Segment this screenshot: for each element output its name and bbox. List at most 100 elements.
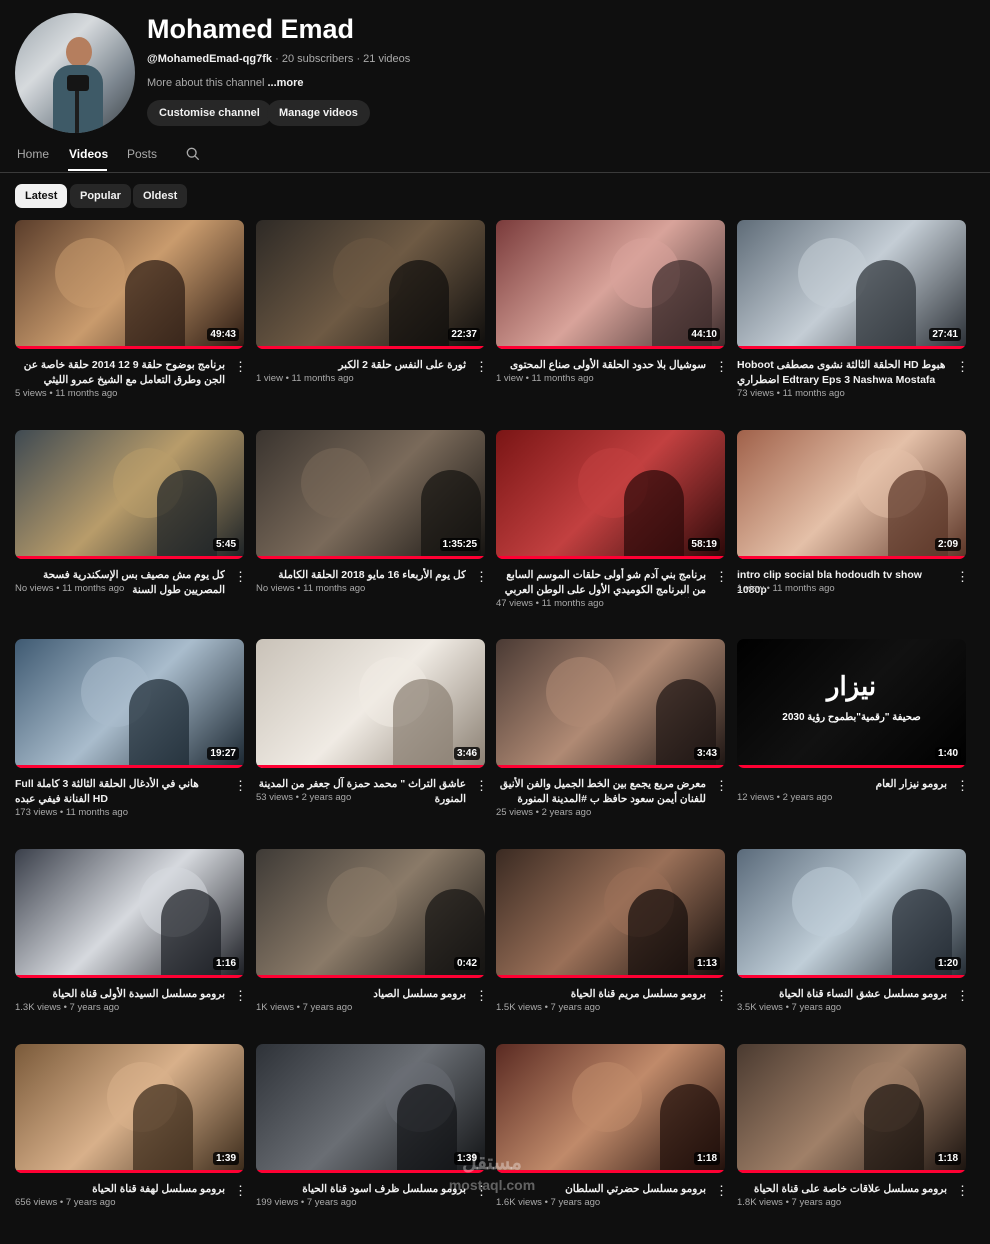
- watch-progress-bar: [256, 975, 485, 978]
- more-vert-icon[interactable]: ⋮: [234, 779, 247, 795]
- video-title[interactable]: ثورة على النفس حلقة 2 الكبر: [256, 358, 466, 373]
- video-thumbnail[interactable]: 1:16: [15, 849, 244, 978]
- video-duration: 1:18: [934, 1152, 961, 1165]
- more-vert-icon[interactable]: ⋮: [715, 360, 728, 376]
- more-vert-icon[interactable]: ⋮: [475, 779, 488, 795]
- video-thumbnail[interactable]: 27:41: [737, 220, 966, 349]
- watermark-latin: mostaql.com: [448, 1177, 536, 1193]
- customise-channel-button[interactable]: Customise channel: [147, 100, 272, 126]
- more-vert-icon[interactable]: ⋮: [956, 570, 969, 586]
- video-thumbnail[interactable]: 22:37: [256, 220, 485, 349]
- tab-home[interactable]: Home: [17, 147, 49, 161]
- video-card[interactable]: 1:18 برومو مسلسل حضرتي السلطان 1.6K views …: [496, 1044, 728, 1244]
- video-thumbnail[interactable]: 49:43: [15, 220, 244, 349]
- video-stats: 1.3K views • 7 years ago: [15, 1002, 120, 1013]
- more-vert-icon[interactable]: ⋮: [715, 779, 728, 795]
- video-thumbnail[interactable]: 1:18: [737, 1044, 966, 1173]
- search-icon[interactable]: [186, 147, 200, 161]
- video-views: No views: [256, 583, 295, 594]
- video-title[interactable]: برومو نيزار العام: [737, 777, 947, 792]
- video-title[interactable]: برومو مسلسل عشق النساء قناة الحياة: [737, 987, 947, 1002]
- video-card[interactable]: 1:13 برومو مسلسل مريم قناة الحياة 1.5K vie…: [496, 849, 728, 1049]
- video-title[interactable]: سوشيال بلا حدود الحلقة الأولى صناع المحت…: [496, 358, 706, 373]
- tab-videos[interactable]: Videos: [69, 147, 108, 161]
- video-stats: 1 view • 11 months ago: [737, 583, 835, 594]
- video-thumbnail[interactable]: 1:35:25: [256, 430, 485, 559]
- video-thumbnail[interactable]: 2:09: [737, 430, 966, 559]
- manage-videos-button[interactable]: Manage videos: [267, 100, 370, 126]
- video-card[interactable]: 1:18 برومو مسلسل علاقات خاصة على قناة الح…: [737, 1044, 969, 1244]
- more-vert-icon[interactable]: ⋮: [956, 779, 969, 795]
- more-vert-icon[interactable]: ⋮: [475, 989, 488, 1005]
- video-card[interactable]: 49:43 برنامج بوضوح حلقة 9 12 2014 حلقة خا…: [15, 220, 247, 420]
- video-card[interactable]: 5:45 كل يوم مش مصيف بس الإسكندرية فسحة ال…: [15, 430, 247, 630]
- video-thumbnail[interactable]: 19:27: [15, 639, 244, 768]
- more-vert-icon[interactable]: ⋮: [475, 570, 488, 586]
- video-thumbnail[interactable]: 3:43: [496, 639, 725, 768]
- video-title[interactable]: Full هاني في الأدغال الحلقة الثالثة 3 كا…: [15, 777, 225, 807]
- more-vert-icon[interactable]: ⋮: [234, 1184, 247, 1200]
- video-thumbnail[interactable]: 3:46: [256, 639, 485, 768]
- video-thumbnail[interactable]: 1:13: [496, 849, 725, 978]
- chip-popular[interactable]: Popular: [70, 184, 131, 208]
- more-vert-icon[interactable]: ⋮: [234, 989, 247, 1005]
- video-title[interactable]: معرض مريع يجمع بين الخط الجميل والفن الأ…: [496, 777, 706, 807]
- video-title[interactable]: برنامج بوضوح حلقة 9 12 2014 حلقة خاصة عن…: [15, 358, 225, 388]
- video-card[interactable]: 3:46 عاشق التراث " محمد حمزة آل جعفر من ا…: [256, 639, 488, 839]
- video-title[interactable]: برومو مسلسل الصياد: [256, 987, 466, 1002]
- more-vert-icon[interactable]: ⋮: [956, 1184, 969, 1200]
- video-card[interactable]: 58:19 برنامج بني آدم شو أولى حلقات الموسم…: [496, 430, 728, 630]
- video-card[interactable]: 1:20 برومو مسلسل عشق النساء قناة الحياة 3.…: [737, 849, 969, 1049]
- video-thumbnail[interactable]: 58:19: [496, 430, 725, 559]
- video-card[interactable]: 1:35:25 كل يوم الأربعاء 16 مايو 2018 الحل…: [256, 430, 488, 630]
- chip-oldest[interactable]: Oldest: [133, 184, 188, 208]
- watch-progress-bar: [737, 346, 966, 349]
- more-vert-icon[interactable]: ⋮: [715, 1184, 728, 1200]
- video-age: 11 months ago: [303, 583, 366, 594]
- video-thumbnail[interactable]: نيزار صحيفة "رقمية"بطموح رؤية 2030 1:40: [737, 639, 966, 768]
- video-card[interactable]: 44:10 سوشيال بلا حدود الحلقة الأولى صناع …: [496, 220, 728, 420]
- video-duration: 1:16: [212, 957, 239, 970]
- more-vert-icon[interactable]: ⋮: [956, 989, 969, 1005]
- video-thumbnail[interactable]: 1:20: [737, 849, 966, 978]
- video-card[interactable]: نيزار صحيفة "رقمية"بطموح رؤية 2030 1:40 برو…: [737, 639, 969, 839]
- video-views: 1.8K views: [737, 1197, 783, 1208]
- video-title[interactable]: برومو مسلسل السيدة الأولى قناة الحياة: [15, 987, 225, 1002]
- video-card[interactable]: 2:09 intro clip social bla hodoudh tv sho…: [737, 430, 969, 630]
- video-age: 7 years ago: [65, 1197, 116, 1208]
- video-thumbnail[interactable]: 1:39: [15, 1044, 244, 1173]
- video-card[interactable]: 0:42 برومو مسلسل الصياد 1K views • 7 years…: [256, 849, 488, 1049]
- video-card[interactable]: 1:39 برومو مسلسل لهفة قناة الحياة 656 view…: [15, 1044, 247, 1244]
- video-title[interactable]: برومو مسلسل علاقات خاصة على قناة الحياة: [737, 1182, 947, 1197]
- video-card[interactable]: 1:39 برومو مسلسل ظرف اسود قناة الحياة 199 …: [256, 1044, 488, 1244]
- more-vert-icon[interactable]: ⋮: [715, 989, 728, 1005]
- more-vert-icon[interactable]: ⋮: [475, 360, 488, 376]
- video-card[interactable]: 3:43 معرض مريع يجمع بين الخط الجميل والفن…: [496, 639, 728, 839]
- video-thumbnail[interactable]: 44:10: [496, 220, 725, 349]
- video-card[interactable]: 1:16 برومو مسلسل السيدة الأولى قناة الحيا…: [15, 849, 247, 1049]
- video-card[interactable]: 22:37 ثورة على النفس حلقة 2 الكبر 1 view •…: [256, 220, 488, 420]
- more-vert-icon[interactable]: ⋮: [234, 360, 247, 376]
- video-title[interactable]: Hoboot الحلقة الثالثة نشوى مصطفى HD هبوط…: [737, 358, 947, 388]
- video-stats: 47 views • 11 months ago: [496, 598, 604, 609]
- video-thumbnail[interactable]: 5:45: [15, 430, 244, 559]
- video-duration: 1:13: [693, 957, 720, 970]
- more-vert-icon[interactable]: ⋮: [715, 570, 728, 586]
- more-vert-icon[interactable]: ⋮: [956, 360, 969, 376]
- more-vert-icon[interactable]: ⋮: [234, 570, 247, 586]
- video-thumbnail[interactable]: 0:42: [256, 849, 485, 978]
- chip-latest[interactable]: Latest: [15, 184, 68, 208]
- video-title[interactable]: كل يوم الأربعاء 16 مايو 2018 الحلقة الكا…: [256, 568, 466, 583]
- tab-posts[interactable]: Posts: [127, 147, 157, 161]
- video-title[interactable]: برومو مسلسل لهفة قناة الحياة: [15, 1182, 225, 1197]
- video-views: 1 view: [496, 373, 523, 384]
- video-age: 7 years ago: [302, 1002, 353, 1013]
- video-title[interactable]: برومو مسلسل مريم قناة الحياة: [496, 987, 706, 1002]
- video-title[interactable]: برنامج بني آدم شو أولى حلقات الموسم السا…: [496, 568, 706, 598]
- video-views: 199 views: [256, 1197, 299, 1208]
- video-card[interactable]: 19:27 Full هاني في الأدغال الحلقة الثالثة…: [15, 639, 247, 839]
- about-more-link[interactable]: ...more: [267, 77, 303, 89]
- video-card[interactable]: 27:41 Hoboot الحلقة الثالثة نشوى مصطفى HD…: [737, 220, 969, 420]
- channel-avatar[interactable]: [15, 13, 135, 133]
- channel-about[interactable]: More about this channel ...more: [147, 77, 304, 89]
